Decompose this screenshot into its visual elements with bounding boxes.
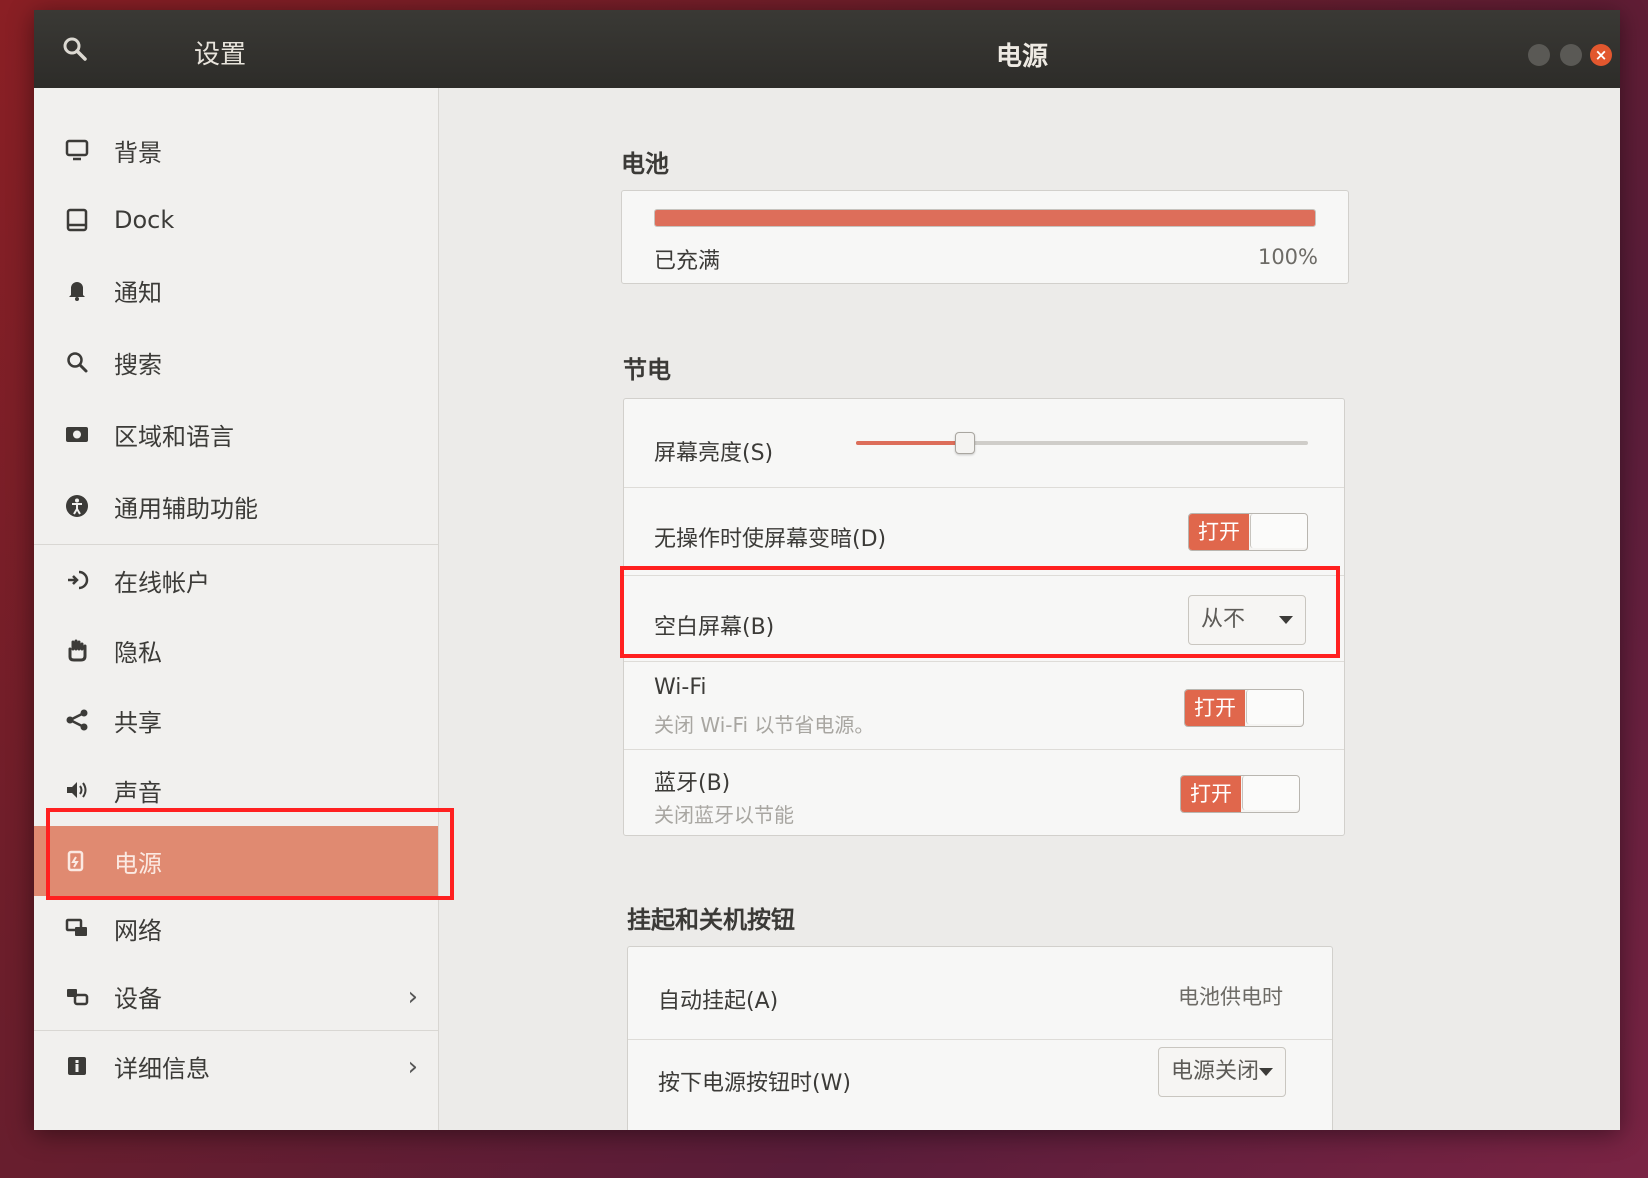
share-icon — [62, 705, 92, 735]
sidebar-item-label: Dock — [114, 206, 175, 234]
wifi-toggle[interactable]: 打开 — [1184, 689, 1304, 727]
online-accounts-icon — [62, 565, 92, 595]
bluetooth-toggle[interactable]: 打开 — [1180, 775, 1300, 813]
settings-title: 设置 — [194, 40, 247, 70]
maximize-button[interactable] — [1560, 44, 1582, 66]
suspend-panel: 自动挂起(A) 电池供电时 按下电源按钮时(W) 电源关闭 — [627, 946, 1333, 1130]
sidebar-item-devices[interactable]: 设备 › — [34, 964, 438, 1028]
battery-section-title: 电池 — [621, 150, 669, 178]
sidebar-item-label: 背景 — [114, 138, 162, 167]
sidebar-divider — [34, 1030, 438, 1031]
sidebar-item-label: 网络 — [114, 916, 162, 945]
row-divider — [624, 487, 1344, 488]
blank-screen-value: 从不 — [1201, 607, 1246, 632]
page-title: 电源 — [996, 42, 1049, 72]
sidebar-item-privacy[interactable]: 隐私 — [34, 618, 438, 682]
brightness-slider[interactable] — [856, 432, 1308, 454]
sidebar-item-region[interactable]: 区域和语言 — [34, 402, 438, 466]
brightness-slider-knob[interactable] — [955, 432, 976, 454]
sidebar-item-network[interactable]: 网络 — [34, 896, 438, 960]
search-icon[interactable] — [62, 36, 88, 62]
row-divider — [624, 661, 1344, 662]
wifi-description: 关闭 Wi-Fi 以节省电源。 — [654, 713, 875, 737]
battery-level-bar — [654, 209, 1316, 227]
sidebar-item-online-accounts[interactable]: 在线帐户 — [34, 548, 438, 612]
devices-icon — [62, 981, 92, 1011]
battery-level-fill — [655, 210, 1315, 226]
power-button-dropdown[interactable]: 电源关闭 — [1158, 1047, 1286, 1097]
chevron-right-icon: › — [407, 982, 418, 1012]
chevron-down-icon — [1259, 1068, 1273, 1076]
sidebar-item-label: 共享 — [114, 708, 162, 737]
brightness-slider-fill — [856, 441, 965, 445]
sidebar-item-label: 详细信息 — [114, 1054, 210, 1083]
bell-icon — [62, 275, 92, 305]
sidebar-item-label: 通用辅助功能 — [114, 494, 258, 523]
row-divider — [628, 1039, 1332, 1040]
battery-status: 已充满 — [654, 249, 721, 274]
sidebar-item-label: 隐私 — [114, 638, 162, 667]
sidebar-item-label: 通知 — [114, 278, 162, 307]
brightness-label: 屏幕亮度(S) — [654, 441, 774, 466]
sidebar-item-accessibility[interactable]: 通用辅助功能 — [34, 474, 438, 538]
power-saving-panel: 屏幕亮度(S) 无操作时使屏幕变暗(D) 打开 空白屏幕(B) 从不 Wi-Fi… — [623, 398, 1345, 836]
camera-icon — [62, 419, 92, 449]
dim-screen-label: 无操作时使屏幕变暗(D) — [654, 527, 887, 552]
info-icon — [62, 1051, 92, 1081]
sidebar-item-label: 电源 — [114, 849, 162, 878]
toggle-knob — [1242, 776, 1299, 810]
sidebar-item-details[interactable]: 详细信息 › — [34, 1034, 438, 1098]
accessibility-icon — [62, 491, 92, 521]
toggle-on-label: 打开 — [1185, 690, 1245, 726]
sidebar-item-label: 在线帐户 — [114, 568, 210, 597]
sidebar-item-background[interactable]: 背景 — [34, 118, 438, 182]
title-bar: 设置 电源 × — [34, 10, 1620, 88]
dock-icon — [62, 205, 92, 235]
suspend-section-title: 挂起和关机按钮 — [627, 906, 795, 934]
auto-suspend-label[interactable]: 自动挂起(A) — [658, 983, 778, 1015]
toggle-knob — [1250, 514, 1307, 548]
network-icon — [62, 913, 92, 943]
row-divider — [624, 575, 1344, 576]
sidebar-item-label: 设备 — [114, 984, 162, 1013]
power-button-value: 电源关闭 — [1171, 1059, 1260, 1084]
hand-icon — [62, 635, 92, 665]
close-button[interactable]: × — [1590, 44, 1612, 66]
settings-window: 设置 电源 × 背景 Dock 通知 搜索 区域和语言 通用辅助功能 在线帐户 … — [34, 10, 1620, 1130]
minimize-button[interactable] — [1528, 44, 1550, 66]
blank-screen-label: 空白屏幕(B) — [654, 615, 775, 640]
toggle-on-label: 打开 — [1181, 776, 1241, 812]
battery-percent: 100% — [1257, 245, 1318, 269]
bluetooth-description: 关闭蓝牙以节能 — [654, 803, 794, 827]
search-icon — [62, 347, 92, 377]
sidebar-divider — [34, 544, 438, 545]
wifi-label: Wi-Fi — [654, 675, 707, 700]
battery-panel: 已充满 100% — [621, 190, 1349, 284]
power-page: 电池 已充满 100% 节电 屏幕亮度(S) 无操作时使屏幕变暗(D) 打开 空… — [439, 88, 1620, 1130]
blank-screen-dropdown[interactable]: 从不 — [1188, 595, 1306, 645]
dim-screen-toggle[interactable]: 打开 — [1188, 513, 1308, 551]
power-button-label: 按下电源按钮时(W) — [658, 1071, 851, 1096]
power-icon — [62, 846, 92, 876]
sidebar: 背景 Dock 通知 搜索 区域和语言 通用辅助功能 在线帐户 隐私 共享 声音… — [34, 88, 439, 1130]
toggle-knob — [1246, 690, 1303, 724]
speaker-icon — [62, 775, 92, 805]
sidebar-item-sharing[interactable]: 共享 — [34, 688, 438, 752]
sidebar-item-label: 声音 — [114, 778, 162, 807]
row-divider — [624, 749, 1344, 750]
display-icon — [62, 135, 92, 165]
auto-suspend-value[interactable]: 电池供电时 — [1178, 981, 1283, 1011]
toggle-on-label: 打开 — [1189, 514, 1249, 550]
chevron-right-icon: › — [407, 1052, 418, 1082]
sidebar-item-notifications[interactable]: 通知 — [34, 258, 438, 322]
bluetooth-label: 蓝牙(B) — [654, 771, 731, 796]
power-saving-section-title: 节电 — [623, 356, 671, 384]
sidebar-item-sound[interactable]: 声音 — [34, 758, 438, 822]
sidebar-item-search[interactable]: 搜索 — [34, 330, 438, 394]
sidebar-item-power[interactable]: 电源 — [34, 826, 438, 896]
sidebar-item-dock[interactable]: Dock — [34, 188, 438, 252]
sidebar-item-label: 搜索 — [114, 350, 162, 379]
sidebar-item-label: 区域和语言 — [114, 422, 234, 451]
chevron-down-icon — [1279, 616, 1293, 624]
